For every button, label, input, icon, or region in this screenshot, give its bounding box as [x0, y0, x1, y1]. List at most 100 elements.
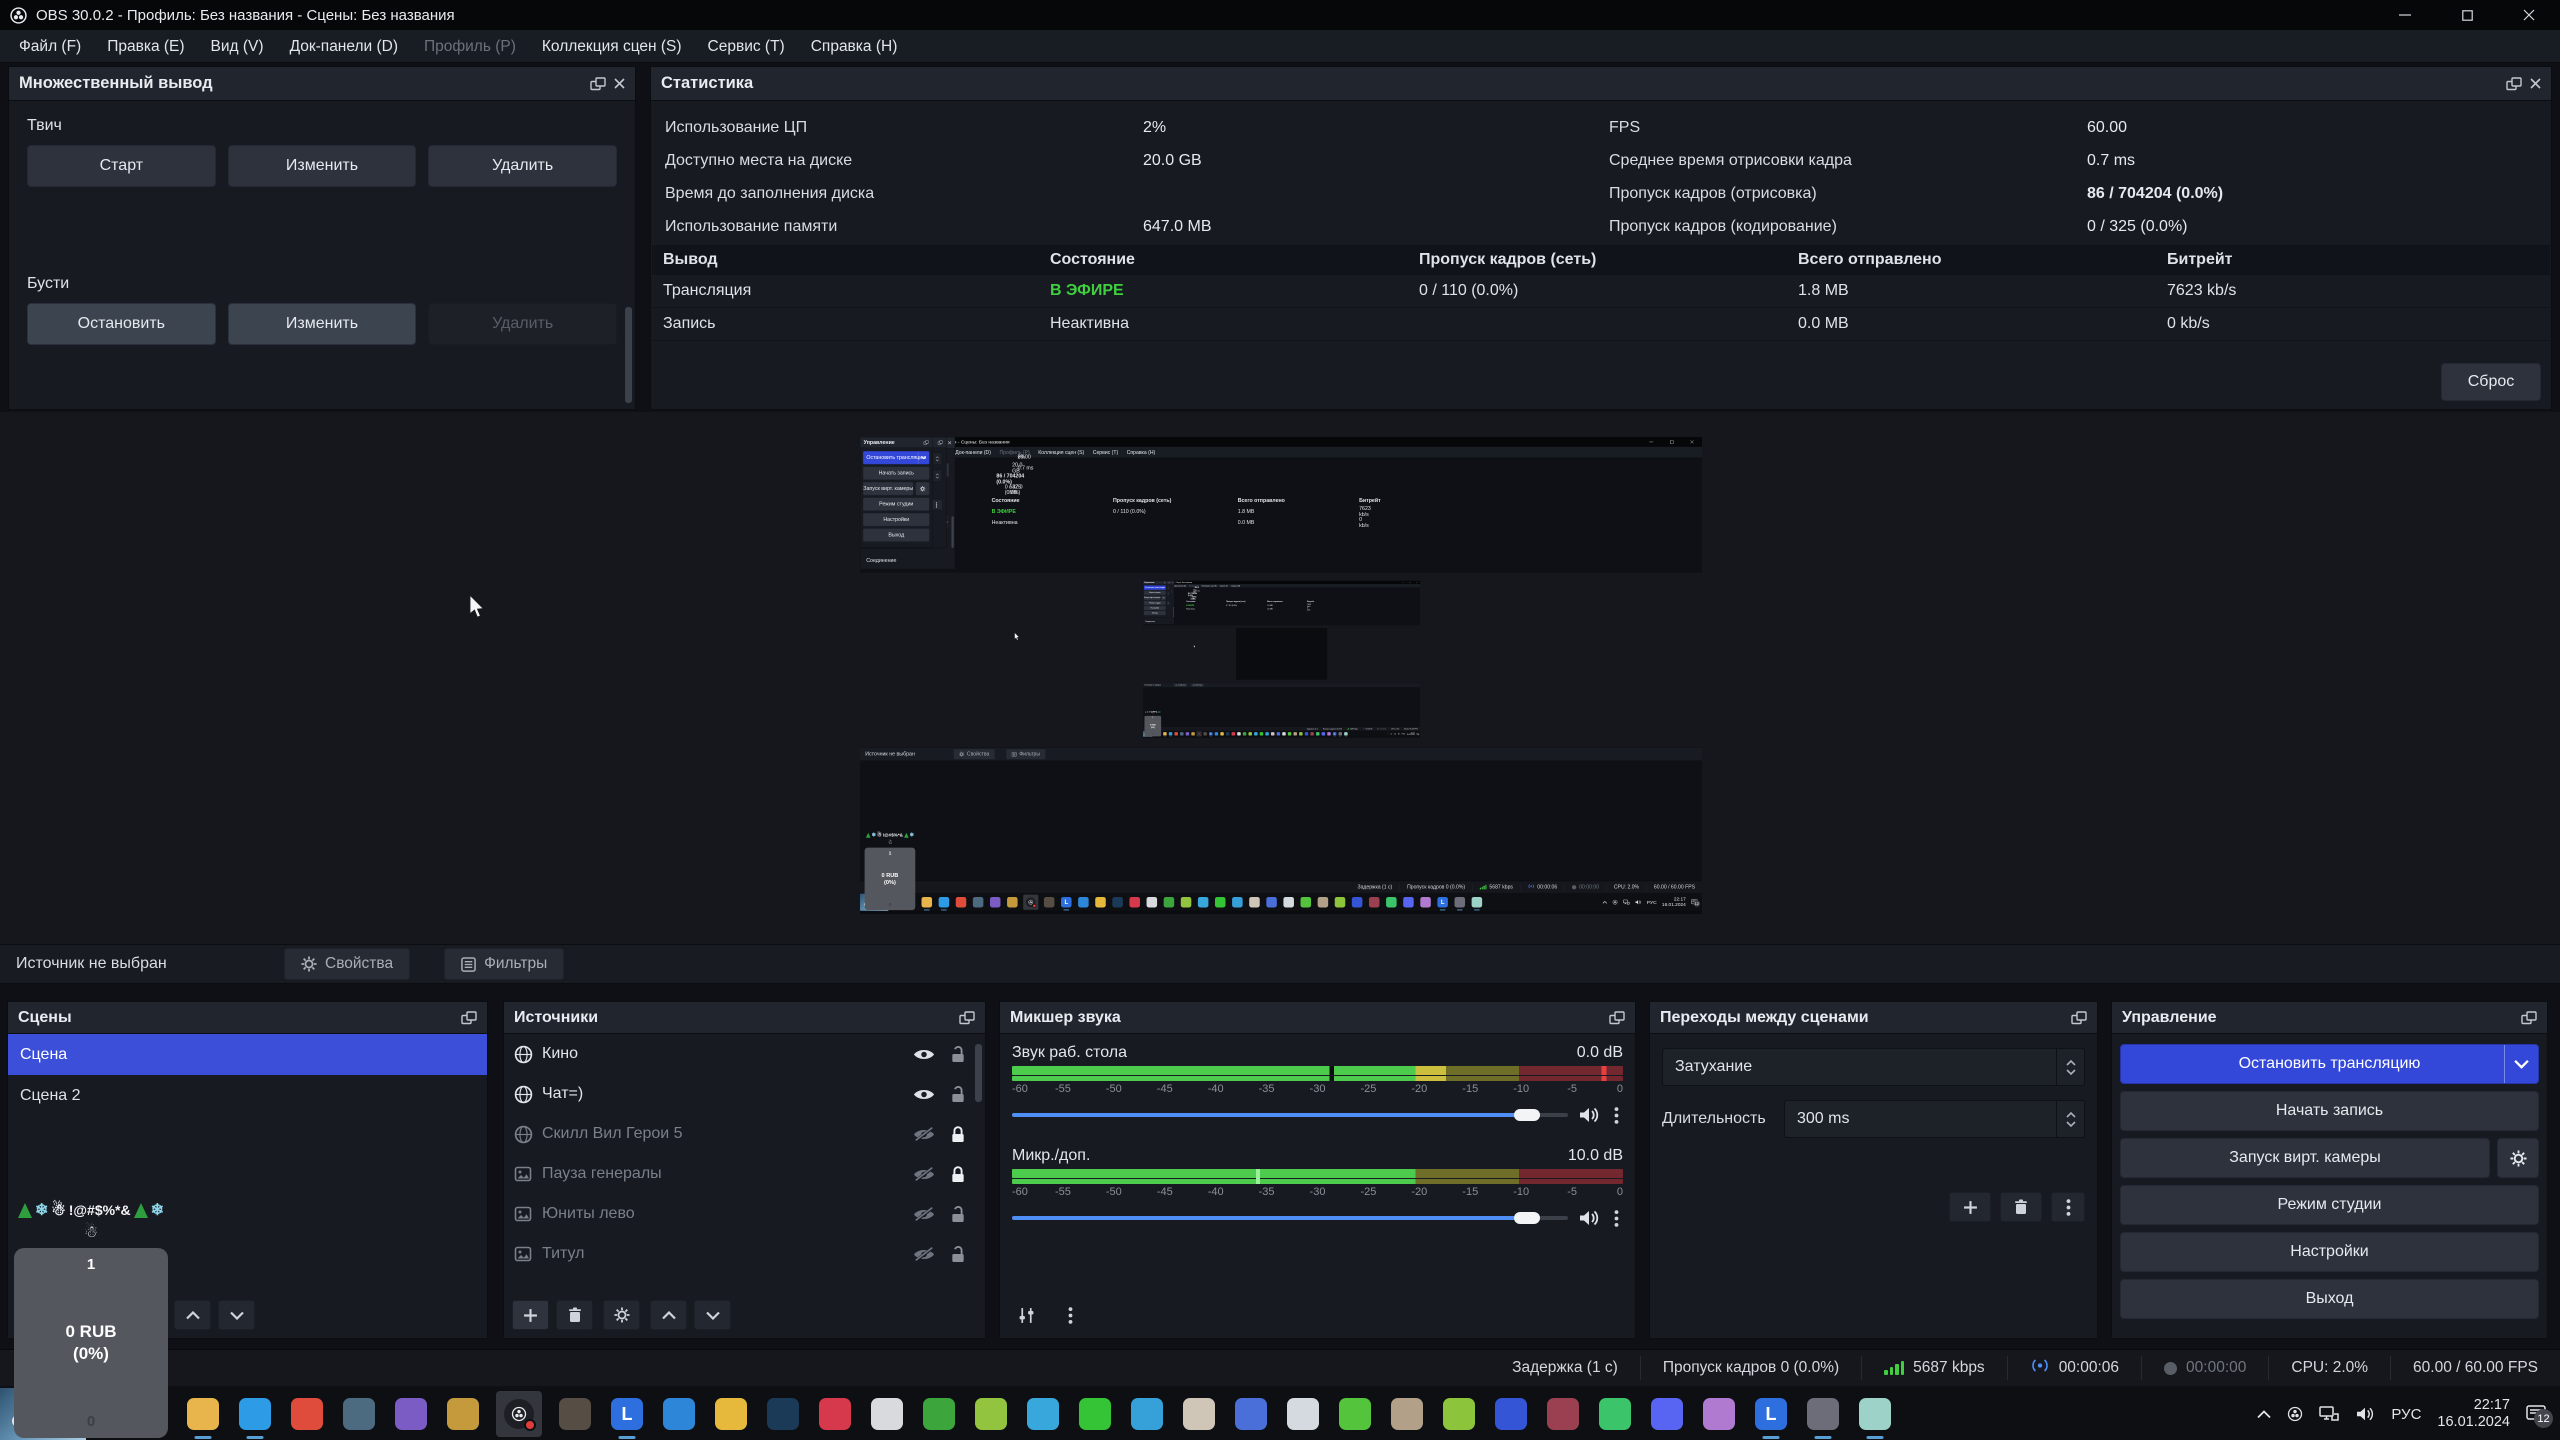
popout-icon[interactable]: [2521, 1011, 2537, 1025]
scene-item[interactable]: Сцена 2: [8, 1075, 487, 1116]
controls-header[interactable]: Управление: [2112, 1002, 2547, 1034]
close-button[interactable]: [2498, 0, 2560, 30]
tray-clock[interactable]: 22:17 16.01.2024: [2437, 1397, 2510, 1431]
preview-canvas[interactable]: OBS 30.0.2 - Профиль: Без названия - Сце…: [860, 437, 1702, 914]
discord-icon[interactable]: [1648, 1395, 1686, 1433]
source-item[interactable]: Юниты лево: [504, 1194, 985, 1234]
menu-item[interactable]: Справка (H): [798, 30, 911, 63]
visibility-eye-off-icon[interactable]: [907, 1167, 941, 1182]
select-spinner-icon[interactable]: [2056, 1049, 2084, 1085]
hawk-app-icon[interactable]: [1180, 1395, 1218, 1433]
transition-menu-dots-icon[interactable]: [2051, 1192, 2085, 1222]
chevron-down-icon[interactable]: [2504, 1045, 2538, 1083]
utorrent-icon[interactable]: [1336, 1395, 1374, 1433]
filters-button[interactable]: Фильтры: [444, 948, 564, 980]
yellow-launcher-icon[interactable]: [712, 1395, 750, 1433]
letter-l-app-icon[interactable]: L: [608, 1395, 646, 1433]
amd-app-icon[interactable]: [1024, 1395, 1062, 1433]
xbox-app-icon[interactable]: [920, 1395, 958, 1433]
lock-closed-icon[interactable]: [941, 1166, 975, 1183]
volume-handle[interactable]: [1514, 1212, 1540, 1224]
volume-handle[interactable]: [1514, 1109, 1540, 1121]
maximize-button[interactable]: [2436, 0, 2498, 30]
tray-network-icon[interactable]: [2319, 1406, 2339, 1422]
remove-transition-button[interactable]: [2000, 1192, 2042, 1222]
advanced-audio-icon[interactable]: [1008, 1300, 1045, 1330]
visibility-eye-off-icon[interactable]: [907, 1207, 941, 1222]
menu-item[interactable]: Коллекция сцен (S): [529, 30, 695, 63]
tray-obs-icon[interactable]: [2287, 1406, 2303, 1422]
menu-item[interactable]: Сервис (T): [695, 30, 798, 63]
transitions-header[interactable]: Переходы между сценами: [1650, 1002, 2097, 1034]
properties-button[interactable]: Свойства: [284, 948, 410, 980]
dark-shield-app-icon[interactable]: [556, 1395, 594, 1433]
letter-l-app-2-icon[interactable]: L: [1752, 1395, 1790, 1433]
tray-volume-icon[interactable]: [2355, 1406, 2375, 1422]
lock-open-icon[interactable]: [941, 1046, 975, 1063]
notifications-icon[interactable]: 12: [2526, 1405, 2546, 1423]
scrollbar[interactable]: [975, 1044, 982, 1102]
popout-icon[interactable]: [2506, 77, 2522, 91]
statue-app-icon[interactable]: [1388, 1395, 1426, 1433]
output-action-button[interactable]: Старт: [27, 145, 216, 187]
scene-item[interactable]: Сцена: [8, 1034, 487, 1075]
menu-item[interactable]: Правка (E): [94, 30, 197, 63]
scene-down-button[interactable]: [218, 1300, 255, 1330]
visibility-eye-icon[interactable]: [907, 1087, 941, 1102]
control-button[interactable]: Остановить трансляцию: [2120, 1044, 2539, 1084]
tray-chevron-up-icon[interactable]: [2257, 1410, 2271, 1419]
close-panel-icon[interactable]: [614, 78, 625, 89]
source-item[interactable]: Скилл Вил Герои 5: [504, 1114, 985, 1154]
eagle-app-icon[interactable]: [1232, 1395, 1270, 1433]
output-action-button[interactable]: Удалить: [428, 145, 617, 187]
spider-app-icon[interactable]: [1544, 1395, 1582, 1433]
output-action-button[interactable]: Удалить: [428, 303, 617, 345]
file-explorer-icon[interactable]: [184, 1395, 222, 1433]
mixer-menu-dots-icon[interactable]: [1052, 1300, 1089, 1330]
source-item[interactable]: Пауза генералы: [504, 1154, 985, 1194]
winrar-icon[interactable]: [1700, 1395, 1738, 1433]
menu-item[interactable]: Профиль (P): [411, 30, 529, 63]
steam-icon[interactable]: [764, 1395, 802, 1433]
nvidia-app-icon[interactable]: [972, 1395, 1010, 1433]
mixer-header[interactable]: Микшер звука: [1000, 1002, 1635, 1034]
close-panel-icon[interactable]: [2530, 78, 2541, 89]
source-up-button[interactable]: [650, 1300, 687, 1330]
visibility-eye-off-icon[interactable]: [907, 1247, 941, 1262]
green-rings-app-icon[interactable]: [1076, 1395, 1114, 1433]
speaker-icon[interactable]: [1578, 1209, 1600, 1227]
visibility-eye-icon[interactable]: [907, 1047, 941, 1062]
popout-icon[interactable]: [461, 1011, 477, 1025]
control-button[interactable]: Начать запись: [2120, 1091, 2539, 1131]
telegram-icon[interactable]: [1128, 1395, 1166, 1433]
world-of-warcraft-icon[interactable]: [392, 1395, 430, 1433]
source-down-button[interactable]: [694, 1300, 731, 1330]
green-tile-app-icon[interactable]: [1440, 1395, 1478, 1433]
source-item[interactable]: Титул: [504, 1234, 985, 1274]
output-action-button[interactable]: Изменить: [228, 303, 417, 345]
notepad-app-icon[interactable]: [1856, 1395, 1894, 1433]
spinbox-arrows-icon[interactable]: [2056, 1101, 2084, 1137]
sources-header[interactable]: Источники: [504, 1002, 985, 1034]
blue-dots-app-icon[interactable]: [1492, 1395, 1530, 1433]
lock-open-icon[interactable]: [941, 1246, 975, 1263]
virtual-camera-settings-gear-icon[interactable]: [2497, 1138, 2539, 1178]
source-item[interactable]: Чат=): [504, 1074, 985, 1114]
add-transition-button[interactable]: [1949, 1192, 1991, 1222]
menu-item[interactable]: Вид (V): [198, 30, 277, 63]
reset-button[interactable]: Сброс: [2441, 363, 2541, 401]
visibility-eye-off-icon[interactable]: [907, 1127, 941, 1142]
control-button[interactable]: Режим студии: [2120, 1185, 2539, 1225]
scrollbar[interactable]: [625, 307, 632, 403]
channel-menu-dots-icon[interactable]: [1610, 1210, 1623, 1227]
donation-widget[interactable]: ❄ ☃ !@#$%*& ❄ ☃ 1 0 RUB (0%) 0: [6, 1198, 176, 1440]
chrome-browser-icon[interactable]: [288, 1395, 326, 1433]
transition-select[interactable]: Затухание: [1662, 1048, 2085, 1086]
channel-menu-dots-icon[interactable]: [1610, 1107, 1623, 1124]
control-button[interactable]: Выход: [2120, 1279, 2539, 1319]
popout-icon[interactable]: [959, 1011, 975, 1025]
menu-item[interactable]: Док-панели (D): [277, 30, 411, 63]
monitor-app-icon[interactable]: [340, 1395, 378, 1433]
popout-icon[interactable]: [2071, 1011, 2087, 1025]
shield-game-app-icon[interactable]: [1804, 1395, 1842, 1433]
